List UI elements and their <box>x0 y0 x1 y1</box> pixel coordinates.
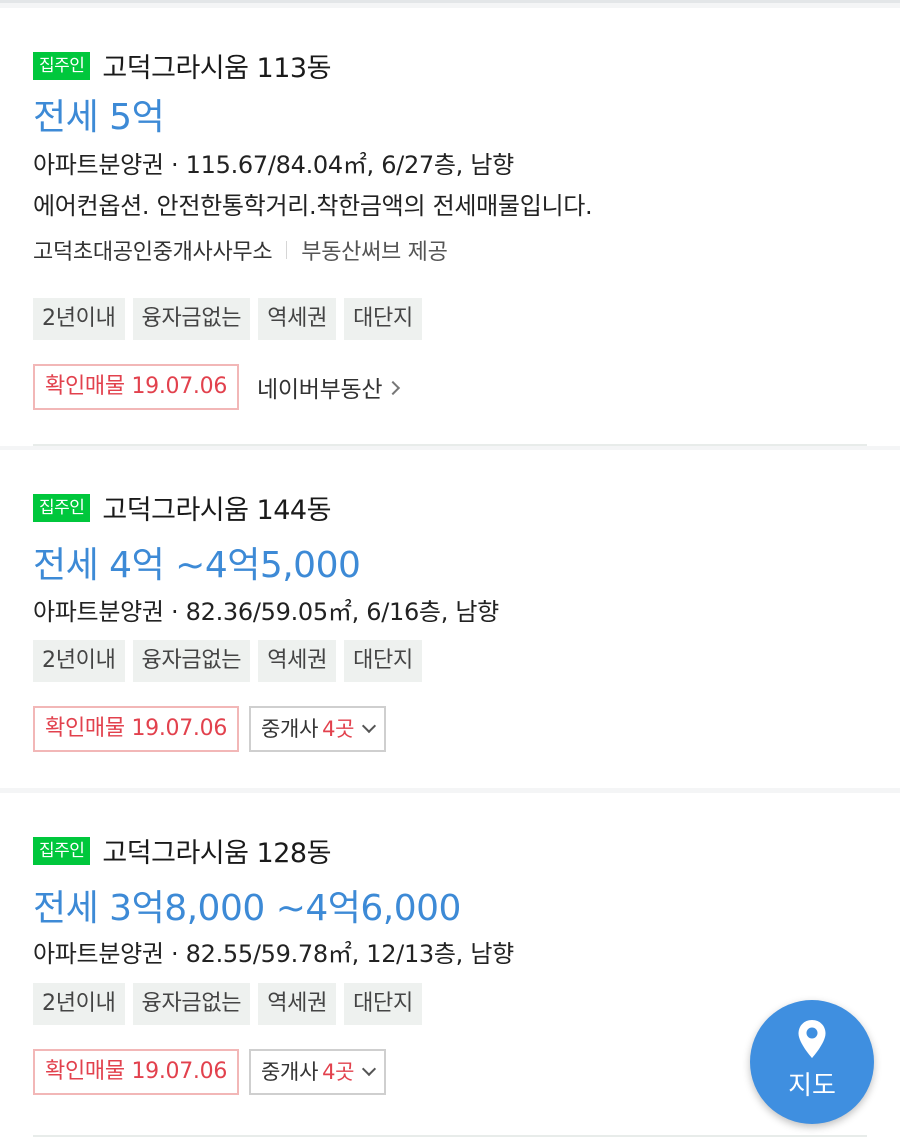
listing-actions: 확인매물 19.07.06 네이버부동산 <box>33 364 401 410</box>
tag: 역세권 <box>258 983 337 1025</box>
listing-divider <box>33 444 867 446</box>
listing-divider <box>33 1135 867 1137</box>
tag: 2년이내 <box>33 983 125 1025</box>
listing-card[interactable]: 집주인 고덕그라시움 144동 전세 4억 ~4억5,000 아파트분양권 · … <box>0 450 900 788</box>
chevron-down-icon <box>362 718 377 734</box>
naver-link-label: 네이버부동산 <box>257 377 383 403</box>
tag: 대단지 <box>344 298 422 340</box>
listing-actions: 확인매물 19.07.06 중개사 4곳 <box>33 706 387 752</box>
listing-info: 아파트분양권 · 115.67/84.04㎡, 6/27층, 남향 <box>33 151 514 179</box>
verified-badge: 확인매물 19.07.06 <box>33 364 240 410</box>
listing-card[interactable]: 집주인 고덕그라시움 113동 전세 5억 아파트분양권 · 115.67/84… <box>0 8 900 446</box>
tag: 융자금없는 <box>132 983 251 1025</box>
listing-description: 에어컨옵션. 안전한통학거리.착한금액의 전세매물입니다. <box>33 192 593 220</box>
tag: 대단지 <box>344 640 422 682</box>
listing-price: 전세 5억 <box>33 97 165 138</box>
chevron-down-icon <box>362 1061 377 1077</box>
listing-tags: 2년이내 융자금없는 역세권 대단지 <box>33 983 422 1025</box>
tag: 대단지 <box>344 983 422 1025</box>
broker-count: 4곳 <box>322 1060 355 1084</box>
data-provider: 부동산써브 제공 <box>301 240 448 265</box>
agency-separator <box>286 241 288 259</box>
listing-header: 집주인 고덕그라시움 128동 <box>33 831 331 870</box>
map-button[interactable]: 지도 <box>750 1000 874 1124</box>
tag: 2년이내 <box>33 298 125 340</box>
naver-realestate-link[interactable]: 네이버부동산 <box>257 370 401 404</box>
tag: 역세권 <box>258 640 337 682</box>
listing-tags: 2년이내 융자금없는 역세권 대단지 <box>33 640 422 682</box>
listing-page: 집주인 고덕그라시움 113동 전세 5억 아파트분양권 · 115.67/84… <box>0 0 900 1147</box>
top-divider <box>0 0 900 3</box>
chevron-right-icon <box>386 380 401 396</box>
tag: 2년이내 <box>33 640 125 682</box>
verified-badge: 확인매물 19.07.06 <box>33 706 240 752</box>
tag: 융자금없는 <box>132 640 251 682</box>
tag: 역세권 <box>258 298 337 340</box>
listing-title: 고덕그라시움 128동 <box>102 838 331 869</box>
listing-info: 아파트분양권 · 82.55/59.78㎡, 12/13층, 남향 <box>33 940 514 968</box>
listing-actions: 확인매물 19.07.06 중개사 4곳 <box>33 1049 387 1095</box>
tag: 융자금없는 <box>132 298 251 340</box>
broker-label: 중개사 <box>261 1060 319 1084</box>
listing-price: 전세 3억8,000 ~4억6,000 <box>33 888 461 929</box>
listing-agency-row: 고덕초대공인중개사사무소 부동산써브 제공 <box>33 234 448 266</box>
listing-title: 고덕그라시움 144동 <box>102 495 331 526</box>
listing-price: 전세 4억 ~4억5,000 <box>33 545 361 586</box>
broker-dropdown-button[interactable]: 중개사 4곳 <box>249 1049 387 1095</box>
verified-badge: 확인매물 19.07.06 <box>33 1049 240 1095</box>
broker-count: 4곳 <box>322 717 355 741</box>
agency-name: 고덕초대공인중개사사무소 <box>33 240 273 265</box>
broker-label: 중개사 <box>261 717 319 741</box>
listing-title: 고덕그라시움 113동 <box>102 53 331 84</box>
map-button-label: 지도 <box>788 1070 836 1101</box>
owner-badge: 집주인 <box>33 836 91 865</box>
map-pin-icon <box>798 1019 826 1058</box>
listing-tags: 2년이내 융자금없는 역세권 대단지 <box>33 298 422 340</box>
listing-header: 집주인 고덕그라시움 144동 <box>33 488 331 527</box>
owner-badge: 집주인 <box>33 51 91 80</box>
listing-header: 집주인 고덕그라시움 113동 <box>33 46 331 85</box>
broker-dropdown-button[interactable]: 중개사 4곳 <box>249 706 387 752</box>
owner-badge: 집주인 <box>33 493 91 522</box>
listing-info: 아파트분양권 · 82.36/59.05㎡, 6/16층, 남향 <box>33 598 499 626</box>
